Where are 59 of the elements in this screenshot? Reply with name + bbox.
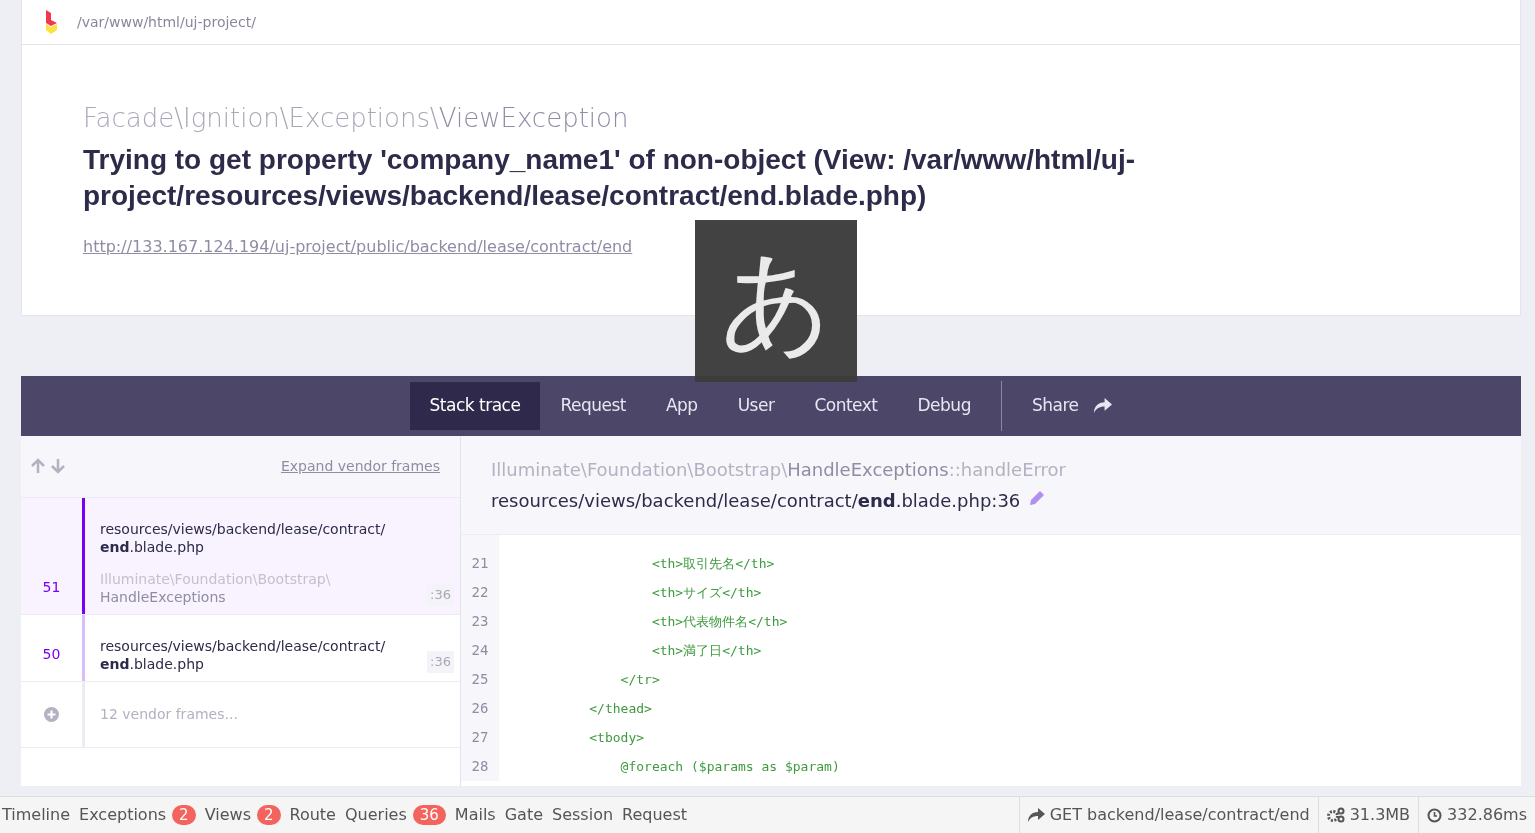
- share-button[interactable]: Share: [1011, 381, 1133, 430]
- code-line: <th>満了日</th>: [650, 641, 763, 660]
- line-number: 27: [470, 727, 490, 747]
- debugbar-tab[interactable]: Route: [287, 803, 343, 827]
- code-line: <th>取引先名</th>: [650, 554, 776, 573]
- route-info: GET backend/lease/contract/end: [1049, 804, 1310, 826]
- debugbar-tab[interactable]: Request: [620, 803, 695, 827]
- line-number: :36: [427, 651, 454, 673]
- code-line: <th>サイズ</th>: [650, 583, 763, 602]
- line-number: 22: [470, 582, 490, 602]
- debugbar-tab[interactable]: Views 2: [202, 803, 288, 827]
- code-line: </tr>: [619, 670, 661, 689]
- memory-usage: 31.3MB: [1349, 804, 1411, 826]
- tab[interactable]: Request: [540, 381, 646, 430]
- ime-indicator-tooltip: あ: [695, 220, 857, 382]
- tab[interactable]: Stack trace: [409, 381, 541, 430]
- tab[interactable]: Debug: [897, 381, 991, 430]
- frame-number: 51: [42, 577, 61, 597]
- request-time: 332.86ms: [1447, 804, 1527, 826]
- exception-class: Facade\Ignition\Exceptions\ViewException: [83, 102, 630, 135]
- code-line: <th>代表物件名</th>: [650, 612, 789, 631]
- vendor-frames-label: 12 vendor frames...: [100, 704, 238, 724]
- tab[interactable]: App: [645, 381, 718, 430]
- sort-arrows-icon[interactable]: [30, 458, 66, 475]
- line-number: 25: [470, 669, 490, 689]
- frame-file: resources/views/backend/lease/contract/ end.blade.php: [100, 636, 386, 673]
- line-number: 24: [470, 640, 490, 660]
- code-line: <tbody>: [588, 728, 646, 747]
- exception-message: Trying to get property 'company_name1' of non-object (View: /var/www/html/uj-project/resources/views/backend/lease/contract/end.blade.php): [83, 143, 1137, 214]
- count-badge: 2: [172, 805, 196, 825]
- share-icon: [1027, 808, 1045, 822]
- frame-method: Illuminate\Foundation\Bootstrap\HandleExceptions::handleError: [491, 457, 1067, 482]
- line-number: 26: [470, 698, 490, 718]
- code-line: </thead>: [588, 699, 653, 718]
- tab[interactable]: User: [717, 381, 795, 430]
- line-number: 23: [470, 611, 490, 631]
- pencil-icon[interactable]: [1028, 489, 1047, 508]
- project-path: /var/www/html/uj-project/: [77, 12, 256, 32]
- debugbar-tab[interactable]: Gate: [502, 803, 550, 827]
- code-line: @foreach ($params as $param): [619, 757, 840, 776]
- logo-icon: [46, 10, 57, 34]
- count-badge: 36: [412, 805, 446, 825]
- gears-icon: [1326, 807, 1345, 823]
- share-icon: [1094, 398, 1113, 414]
- plus-icon: [44, 706, 59, 722]
- debugbar-tab[interactable]: Timeline: [0, 803, 78, 827]
- line-number: 21: [470, 553, 490, 573]
- clock-icon: [1427, 807, 1443, 823]
- count-badge: 2: [256, 805, 281, 825]
- frame-number: 50: [42, 644, 61, 664]
- debugbar-tab[interactable]: Mails: [452, 803, 503, 827]
- debugbar-tab[interactable]: Queries 36: [342, 803, 453, 827]
- line-number: :36: [427, 584, 454, 606]
- debugbar-tab[interactable]: Session: [550, 803, 621, 827]
- frame-file: resources/views/backend/lease/contract/end.blade.php:36: [491, 488, 1021, 513]
- frame-file: resources/views/backend/lease/contract/ end.blade.php: [100, 519, 386, 556]
- line-number: 28: [470, 756, 490, 776]
- debugbar-tab[interactable]: Exceptions 2: [77, 803, 203, 827]
- tab[interactable]: Context: [794, 381, 898, 430]
